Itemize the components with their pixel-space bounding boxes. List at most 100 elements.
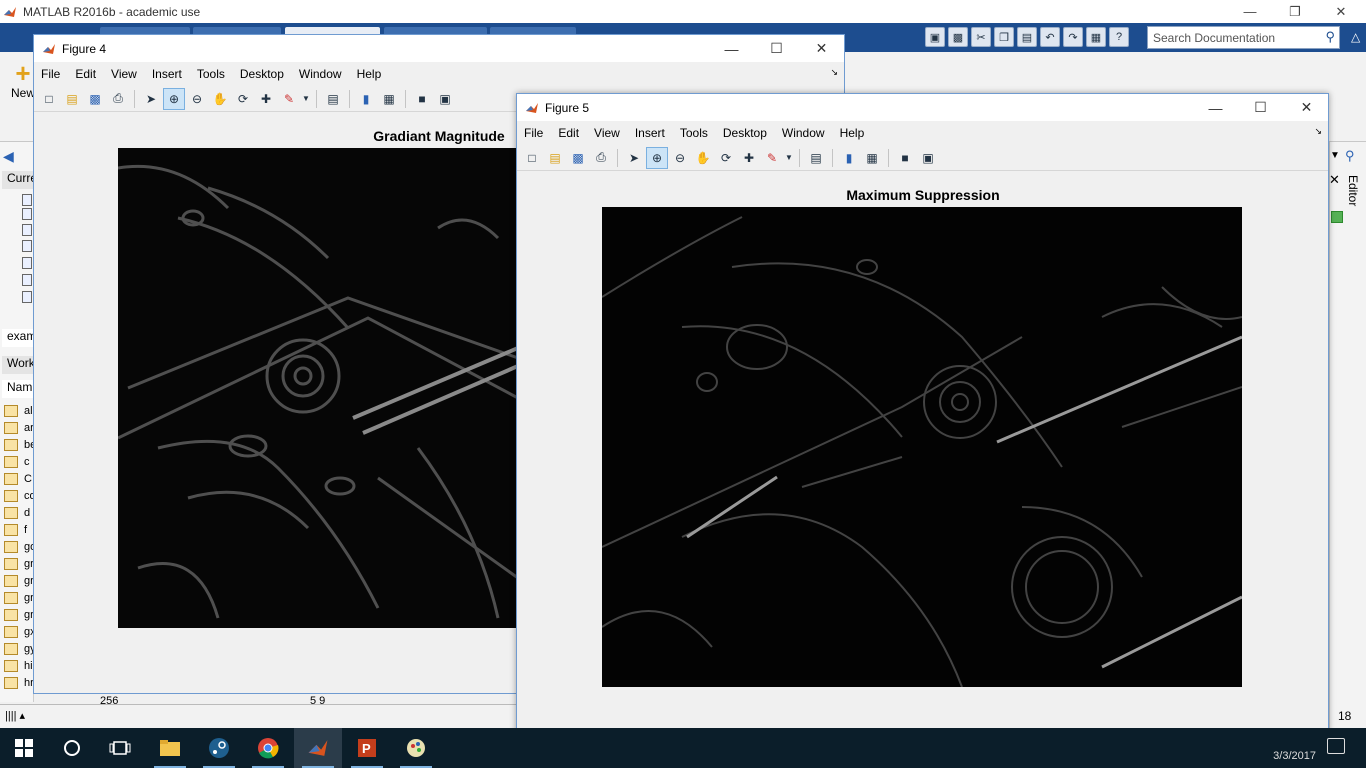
- workspace-variable-row[interactable]: f: [2, 521, 34, 538]
- menu-file[interactable]: File: [41, 67, 67, 81]
- colorbar-icon[interactable]: ▮: [355, 88, 377, 110]
- hide-tools-icon[interactable]: ■: [411, 88, 433, 110]
- app-button[interactable]: [392, 728, 440, 768]
- pointer-icon[interactable]: ➤: [623, 147, 645, 169]
- menu-help[interactable]: Help: [357, 67, 389, 81]
- pointer-icon[interactable]: ➤: [140, 88, 162, 110]
- legend-icon[interactable]: ▦: [378, 88, 400, 110]
- pan-icon[interactable]: ✋: [692, 147, 714, 169]
- legend-icon[interactable]: ▦: [861, 147, 883, 169]
- back-arrow-icon[interactable]: ◀: [3, 148, 14, 165]
- copy-icon[interactable]: ❐: [994, 27, 1014, 47]
- clock[interactable]: 3/3/2017: [1273, 750, 1316, 762]
- notification-center-icon[interactable]: [1327, 738, 1345, 754]
- colorbar-icon[interactable]: ▮: [838, 147, 860, 169]
- close-button[interactable]: ✕: [799, 35, 844, 62]
- powerpoint-button[interactable]: P: [343, 728, 391, 768]
- menu-tools[interactable]: Tools: [197, 67, 232, 81]
- menu-edit[interactable]: Edit: [558, 126, 586, 140]
- workspace-variable-row[interactable]: go: [2, 538, 34, 555]
- menu-desktop[interactable]: Desktop: [723, 126, 774, 140]
- figure4-titlebar[interactable]: Figure 4 — ☐ ✕: [34, 35, 844, 62]
- data-cursor-icon[interactable]: ✚: [738, 147, 760, 169]
- link-icon[interactable]: ▤: [805, 147, 827, 169]
- minimize-button[interactable]: —: [709, 35, 754, 62]
- maximize-button[interactable]: ☐: [754, 35, 799, 62]
- maximize-button[interactable]: ☐: [1238, 94, 1283, 121]
- menu-window[interactable]: Window: [299, 67, 349, 81]
- start-button[interactable]: [0, 728, 48, 768]
- rotate-3d-icon[interactable]: ⟳: [715, 147, 737, 169]
- workspace-variable-row[interactable]: ar: [2, 419, 34, 436]
- workspace-variable-row[interactable]: gr: [2, 606, 34, 623]
- open-icon[interactable]: ▤: [544, 147, 566, 169]
- undo-icon[interactable]: ↶: [1040, 27, 1060, 47]
- name-column-header[interactable]: Nam: [2, 380, 34, 398]
- print-icon[interactable]: ⎙: [107, 88, 129, 110]
- minimize-button[interactable]: —: [1193, 94, 1238, 121]
- layout-icon[interactable]: ▣: [925, 27, 945, 47]
- data-cursor-icon[interactable]: ✚: [255, 88, 277, 110]
- search-icon[interactable]: ⚲: [1325, 29, 1335, 45]
- workspace-variable-row[interactable]: c: [2, 453, 34, 470]
- switch-windows-icon[interactable]: ▦: [1086, 27, 1106, 47]
- menu-window[interactable]: Window: [782, 126, 832, 140]
- pan-icon[interactable]: ✋: [209, 88, 231, 110]
- workspace-variable-row[interactable]: gr: [2, 572, 34, 589]
- workspace-variable-row[interactable]: gx: [2, 623, 34, 640]
- chrome-button[interactable]: [244, 728, 292, 768]
- menu-tools[interactable]: Tools: [680, 126, 715, 140]
- brush-dropdown-icon[interactable]: ▼: [301, 88, 311, 110]
- rotate-3d-icon[interactable]: ⟳: [232, 88, 254, 110]
- workspace-variable-row[interactable]: al: [2, 402, 34, 419]
- matlab-restore-button[interactable]: ❐: [1272, 0, 1318, 23]
- task-view-button[interactable]: [96, 728, 144, 768]
- search-documentation-input[interactable]: Search Documentation ⚲: [1147, 26, 1340, 49]
- workspace-variable-row[interactable]: d: [2, 504, 34, 521]
- link-icon[interactable]: ▤: [322, 88, 344, 110]
- matlab-button[interactable]: [294, 728, 342, 768]
- menu-edit[interactable]: Edit: [75, 67, 103, 81]
- open-icon[interactable]: ▤: [61, 88, 83, 110]
- paste-icon[interactable]: ▤: [1017, 27, 1037, 47]
- workspace-variable-row[interactable]: gy: [2, 640, 34, 657]
- cortana-button[interactable]: [48, 728, 96, 768]
- close-button[interactable]: ✕: [1284, 94, 1329, 121]
- search-icon[interactable]: ⚲: [1345, 148, 1355, 164]
- matlab-minimize-button[interactable]: —: [1227, 0, 1273, 23]
- workspace-variable-row[interactable]: C: [2, 470, 34, 487]
- redo-icon[interactable]: ↷: [1063, 27, 1083, 47]
- help-icon[interactable]: ?: [1109, 27, 1129, 47]
- menu-file[interactable]: File: [524, 126, 550, 140]
- file-explorer-button[interactable]: [146, 728, 194, 768]
- gradient-magnitude-image[interactable]: [118, 148, 518, 628]
- splitter-icon[interactable]: |||| ▴: [5, 709, 25, 722]
- zoom-in-icon[interactable]: ⊕: [646, 146, 668, 169]
- workspace-variable-row[interactable]: gr: [2, 589, 34, 606]
- brush-icon[interactable]: ✎: [761, 147, 783, 169]
- save-icon[interactable]: ▩: [948, 27, 968, 47]
- workspace-variable-row[interactable]: hi: [2, 657, 34, 674]
- steam-button[interactable]: [195, 728, 243, 768]
- menu-insert[interactable]: Insert: [635, 126, 672, 140]
- dock-icon[interactable]: ↘: [1314, 126, 1322, 137]
- workspace-variable-row[interactable]: be: [2, 436, 34, 453]
- figure5-titlebar[interactable]: Figure 5 — ☐ ✕: [517, 94, 1328, 121]
- close-icon[interactable]: ✕: [1329, 172, 1340, 188]
- workspace-variable-row[interactable]: co: [2, 487, 34, 504]
- dropdown-arrow-icon[interactable]: ▼: [1330, 150, 1340, 161]
- hide-tools-icon[interactable]: ■: [894, 147, 916, 169]
- menu-view[interactable]: View: [111, 67, 144, 81]
- zoom-out-icon[interactable]: ⊖: [669, 147, 691, 169]
- menu-help[interactable]: Help: [840, 126, 872, 140]
- zoom-out-icon[interactable]: ⊖: [186, 88, 208, 110]
- show-tools-icon[interactable]: ▣: [434, 88, 456, 110]
- brush-icon[interactable]: ✎: [278, 88, 300, 110]
- cut-icon[interactable]: ✂: [971, 27, 991, 47]
- new-figure-icon[interactable]: □: [521, 147, 543, 169]
- dock-icon[interactable]: ↘: [830, 67, 838, 78]
- show-tools-icon[interactable]: ▣: [917, 147, 939, 169]
- print-icon[interactable]: ⎙: [590, 147, 612, 169]
- path-field[interactable]: exam: [2, 329, 34, 347]
- collapse-ribbon-icon[interactable]: △: [1351, 30, 1360, 44]
